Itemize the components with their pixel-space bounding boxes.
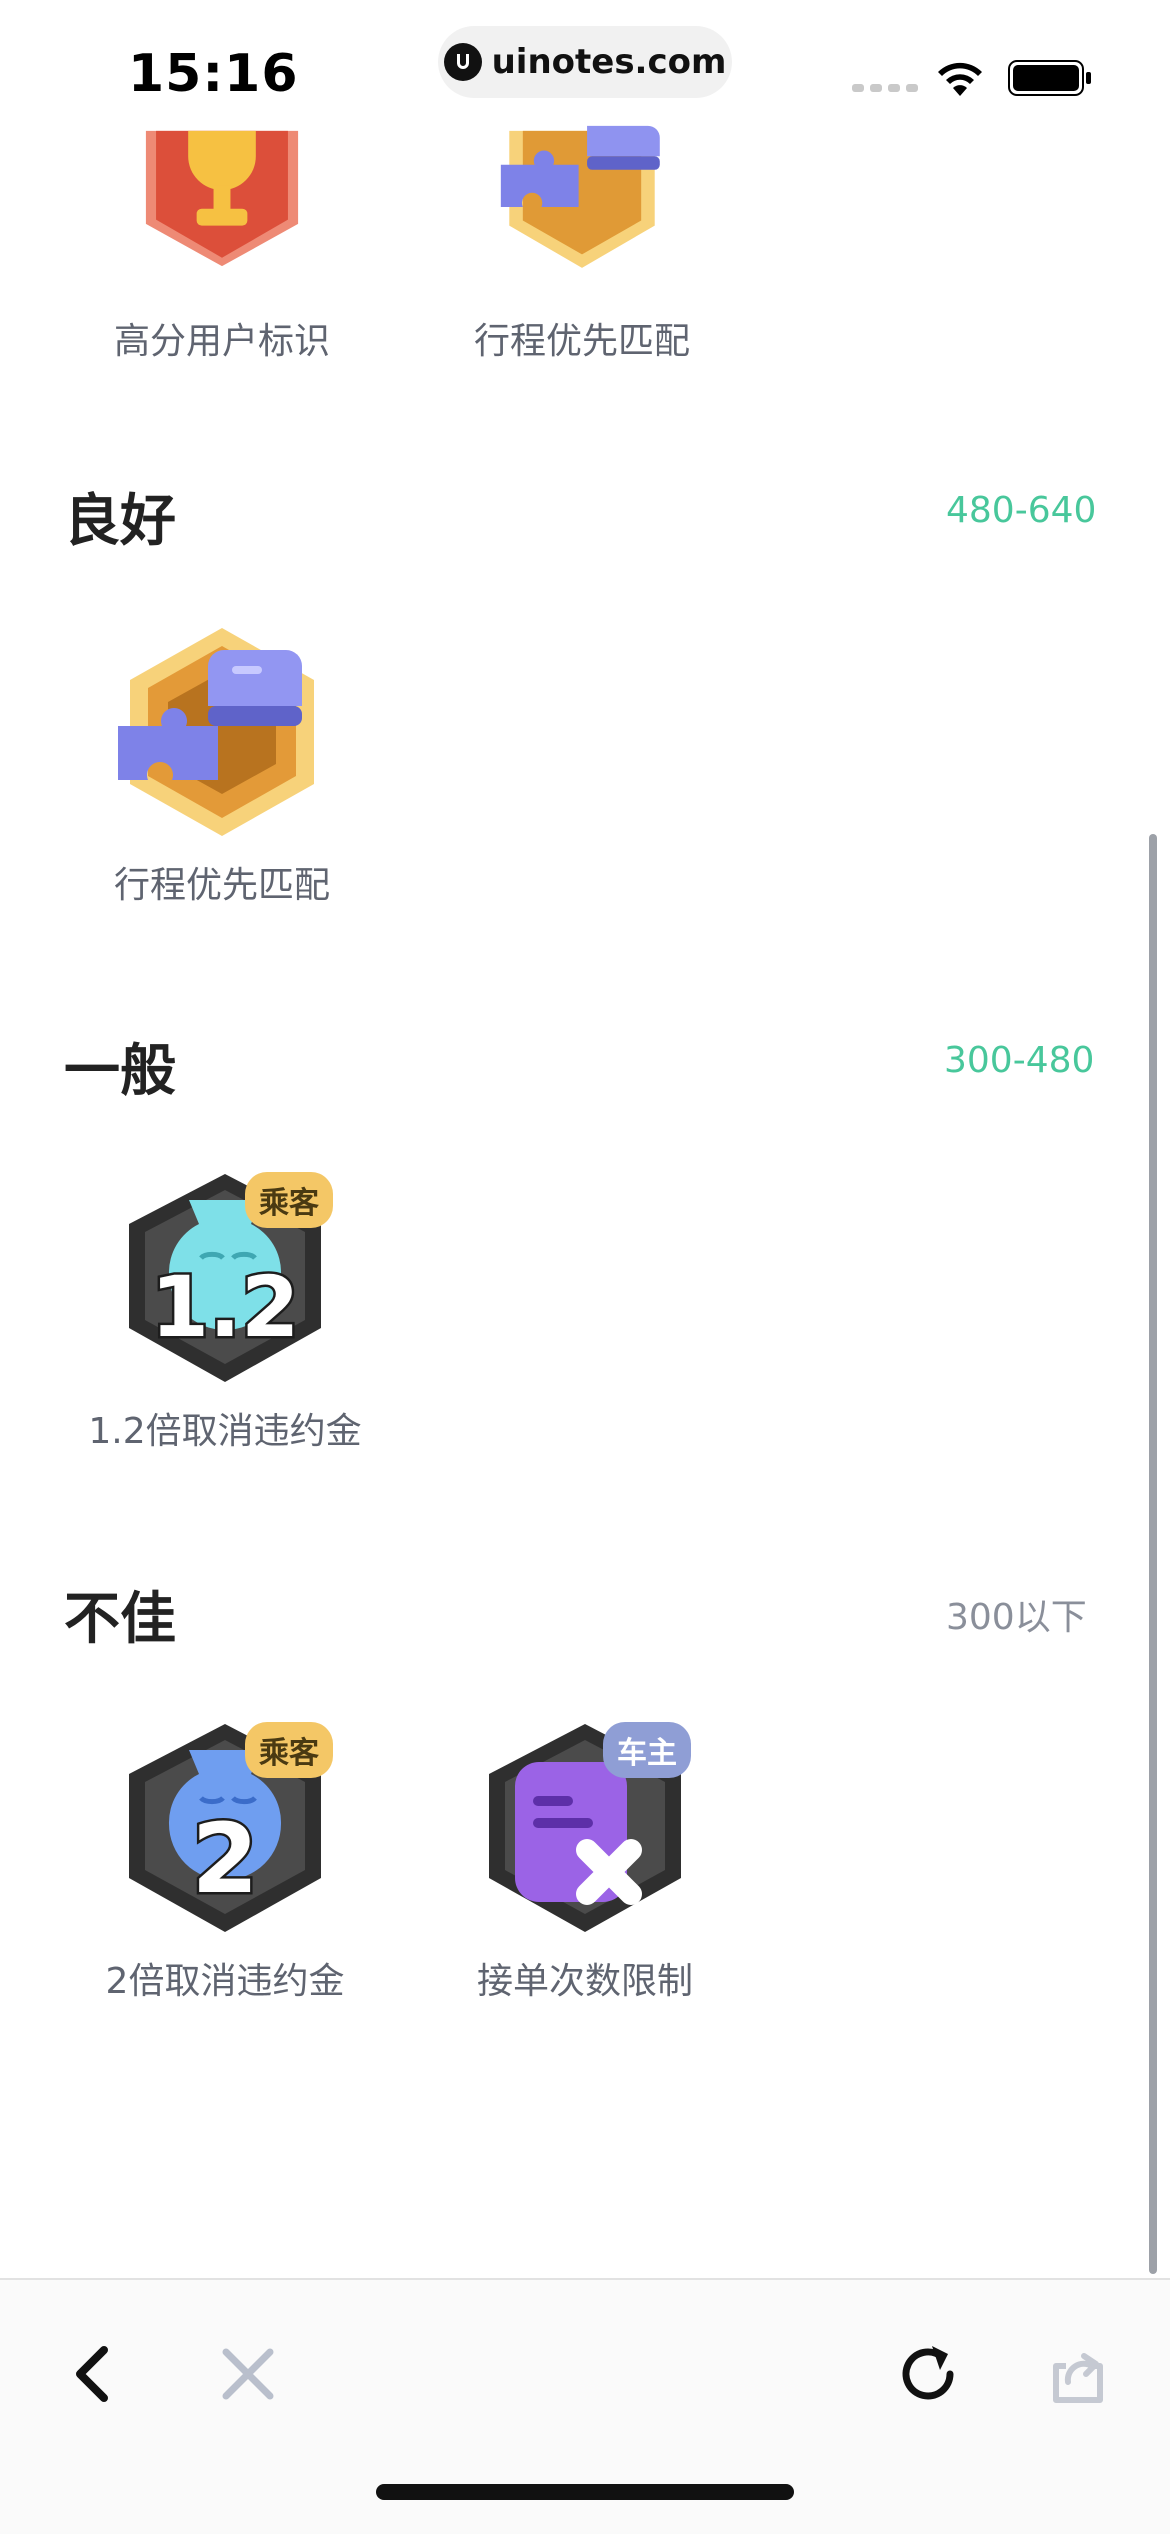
badge-label: 高分用户标识 <box>113 321 330 362</box>
section-title-fair: 一般 <box>64 1039 176 1104</box>
reload-icon[interactable] <box>892 2338 964 2410</box>
puzzle-badge-icon <box>500 125 660 268</box>
passenger-chip: 乘客 <box>245 1172 333 1228</box>
badge-trip-priority-top[interactable]: 行程优先匹配 <box>472 114 692 364</box>
puzzle-badge-icon <box>118 628 314 836</box>
close-icon[interactable] <box>212 2338 284 2410</box>
badge-label: 2倍取消违约金 <box>105 1961 345 2002</box>
section-range-good: 480-640 <box>946 490 1097 531</box>
driver-chip: 车主 <box>603 1722 691 1778</box>
site-favicon-icon <box>443 43 482 81</box>
cellular-signal-icon <box>852 84 918 92</box>
home-indicator[interactable] <box>376 2484 794 2500</box>
trophy-badge-icon <box>145 130 299 267</box>
url-bar[interactable]: uinotes.com <box>438 26 732 98</box>
badge-number: 2 <box>192 1803 259 1915</box>
section-title-good: 良好 <box>64 489 176 554</box>
wifi-icon <box>938 62 982 96</box>
section-range-poor: 300以下 <box>946 1597 1087 1638</box>
badge-label: 行程优先匹配 <box>113 865 330 906</box>
badge-cancel-fee-1-2x[interactable]: 1.2 乘客 1.2倍取消违约金 <box>88 1168 362 1454</box>
badge-order-limit[interactable]: 车主 接单次数限制 <box>472 1718 698 2004</box>
battery-icon <box>1008 60 1091 96</box>
url-text: uinotes.com <box>491 42 727 82</box>
badge-trip-priority[interactable]: 行程优先匹配 <box>112 622 332 908</box>
back-icon[interactable] <box>58 2338 130 2410</box>
passenger-chip: 乘客 <box>245 1722 333 1778</box>
section-title-poor: 不佳 <box>64 1587 176 1652</box>
badge-label: 1.2倍取消违约金 <box>88 1411 362 1452</box>
badge-label: 接单次数限制 <box>476 1961 693 2002</box>
status-time: 15:16 <box>128 44 299 104</box>
badge-high-score[interactable]: 高分用户标识 <box>112 114 332 364</box>
scrollbar[interactable] <box>1149 834 1157 2274</box>
share-icon[interactable] <box>1042 2338 1114 2410</box>
section-range-fair: 300-480 <box>944 1040 1095 1081</box>
badge-label: 行程优先匹配 <box>473 321 690 362</box>
badge-number: 1.2 <box>151 1258 300 1356</box>
badge-cancel-fee-2x[interactable]: 2 乘客 2倍取消违约金 <box>106 1718 344 2004</box>
